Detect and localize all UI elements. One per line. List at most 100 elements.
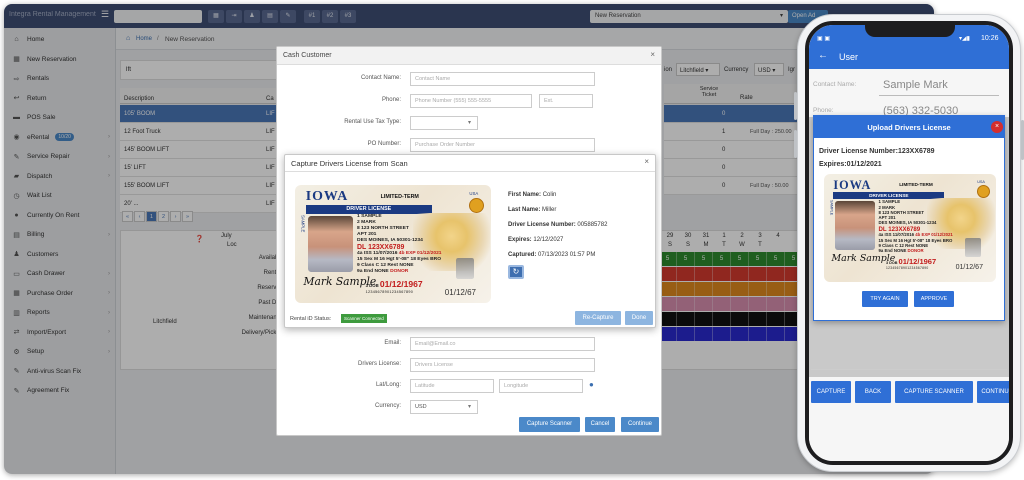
capture-dialog-title: Capture Drivers License from Scan bbox=[291, 159, 408, 168]
ext-input[interactable]: Ext. bbox=[539, 94, 593, 108]
captured-value: 07/13/2023 01:57 PM bbox=[538, 252, 596, 258]
field-label: PO Number: bbox=[367, 141, 401, 147]
contact-name-value[interactable]: Sample Mark bbox=[883, 79, 948, 91]
field-label: Email: bbox=[384, 340, 401, 346]
license-exp-value: 01/12/2021 bbox=[931, 232, 953, 238]
license-last-name-value: SAMPLE bbox=[882, 199, 901, 205]
sample-watermark: SAMPLE bbox=[300, 214, 306, 233]
close-icon[interactable]: × bbox=[650, 50, 655, 59]
license-dd: 12345678901234567890 bbox=[886, 266, 929, 271]
license-height: 5'-08" bbox=[912, 237, 925, 243]
approve-button[interactable]: APPROVE bbox=[914, 291, 954, 307]
star-seal-icon bbox=[469, 197, 485, 213]
close-icon[interactable]: × bbox=[991, 121, 1003, 133]
longitude-input[interactable]: Longitude bbox=[499, 379, 583, 393]
license-exp-value: 01/12/2021 bbox=[416, 251, 442, 257]
field-input[interactable]: Email@Email.co bbox=[410, 337, 595, 351]
phone-side-button bbox=[794, 130, 797, 158]
license-last-name-value: SAMPLE bbox=[361, 213, 382, 219]
dl-number-value: 005885782 bbox=[577, 222, 608, 228]
field-input[interactable]: Purchase Order Number bbox=[410, 138, 595, 152]
dl-number-label: Driver License Number: bbox=[508, 222, 576, 228]
license-image: IOWA LIMITED-TERM USA DRIVER LICENSE SAMPLE 1… bbox=[295, 185, 491, 303]
cancel-button[interactable]: Cancel bbox=[585, 417, 615, 432]
phone-capture-scanner-button[interactable]: CAPTURE SCANNER bbox=[895, 381, 973, 403]
license-dob-label: 3 DOB bbox=[365, 283, 380, 289]
license-last-name: 1 SAMPLE bbox=[878, 199, 901, 205]
license-sex-ht-eyes: 15 Sex M 16 Hgt 5'-08" 18 Eyes BRO bbox=[878, 237, 953, 243]
field-label: Currency: bbox=[374, 403, 401, 409]
cash-field-row: Currency: USD ▾ bbox=[277, 400, 659, 416]
license-address-2-value: APT 201 bbox=[878, 215, 896, 221]
license-exp: 4b EXP 01/12/2021 bbox=[397, 251, 442, 257]
license-exp: 4b EXP 01/12/2021 bbox=[914, 232, 953, 238]
license-address-1: 8 123 NORTH STREET bbox=[357, 225, 409, 231]
license-iss-value: 11/07/2016 bbox=[892, 232, 915, 238]
back-arrow-icon[interactable]: ← bbox=[818, 50, 828, 61]
license-class-value: C bbox=[894, 242, 898, 248]
close-icon[interactable]: × bbox=[644, 157, 649, 166]
phone-continue-button[interactable]: CONTINUE bbox=[977, 381, 1009, 403]
license-donor: DONOR bbox=[907, 248, 924, 254]
license-address-2: APT 201 bbox=[879, 215, 896, 220]
capture-scanner-button[interactable]: Capture Scanner bbox=[519, 417, 580, 432]
license-first-name: 2 MARK bbox=[357, 219, 376, 225]
exp-line-label: Expires: bbox=[819, 161, 847, 168]
recapture-button[interactable]: Re-Capture bbox=[575, 311, 621, 325]
license-side-date: 01/12/67 bbox=[444, 287, 476, 297]
capture-dialog-header: Capture Drivers License from Scan × bbox=[285, 155, 655, 172]
license-first-name-value: MARK bbox=[361, 219, 376, 225]
license-first-name: 2 MARK bbox=[878, 204, 896, 210]
phone-capture-button[interactable]: CAPTURE bbox=[811, 381, 851, 403]
first-name-label: First Name: bbox=[508, 192, 542, 198]
license-country: USA bbox=[977, 179, 985, 184]
rental-id-status-label: Rental iD Status: bbox=[290, 316, 332, 322]
license-class: 9 Class C 12 Rest NONE bbox=[878, 242, 929, 248]
license-country: USA bbox=[469, 191, 479, 197]
capture-license-dialog: Capture Drivers License from Scan × IOWA… bbox=[284, 154, 656, 328]
license-state: IOWA bbox=[305, 189, 349, 205]
dl-number-line: Driver License Number:123XX6789 bbox=[819, 148, 935, 155]
license-photo bbox=[307, 216, 353, 272]
license-address-3: DES MOINES, IA 50301-1234 bbox=[357, 238, 423, 243]
license-address-3-value: DES MOINES, IA 50301-1234 bbox=[357, 237, 423, 243]
last-name-label: Last Name: bbox=[508, 207, 541, 213]
license-sex: M bbox=[373, 257, 379, 263]
done-button[interactable]: Done bbox=[625, 311, 653, 325]
field-label: Phone: bbox=[381, 97, 401, 103]
cash-customer-header: Cash Customer × bbox=[277, 47, 661, 65]
license-rest: NONE bbox=[399, 263, 414, 269]
try-again-button[interactable]: TRY AGAIN bbox=[862, 291, 908, 307]
continue-button[interactable]: Continue bbox=[621, 417, 659, 432]
field-input[interactable]: Drivers License bbox=[410, 358, 595, 372]
refresh-icon[interactable]: ↻ bbox=[508, 265, 524, 279]
first-name-value: Colin bbox=[542, 192, 557, 198]
license-dd: 12345678901234567890 bbox=[365, 289, 414, 294]
license-dob-value: 01/12/1967 bbox=[379, 279, 423, 290]
license-address-1-value: 123 NORTH STREET bbox=[882, 209, 925, 215]
license-endorsement: 9a End NONE DONOR bbox=[357, 269, 409, 275]
phone-screen: ▣ ▣ ▾◢▮ 10:26 ← User Contact Name: Sampl… bbox=[805, 21, 1013, 465]
status-badge: Scanner Connected bbox=[341, 314, 387, 323]
latitude-input[interactable]: Latitude bbox=[410, 379, 494, 393]
license-issue-exp: 4a ISS 11/07/2016 4b EXP 01/12/2021 bbox=[357, 251, 442, 257]
field-input[interactable]: Contact Name bbox=[410, 72, 595, 86]
sample-watermark: SAMPLE bbox=[829, 200, 834, 216]
phone-back-button[interactable]: BACK bbox=[855, 381, 891, 403]
cash-field-row: Email: Email@Email.co bbox=[277, 337, 659, 353]
map-pin-icon[interactable]: ● bbox=[589, 380, 594, 389]
field-input[interactable]: Phone Number (555) 555-5555 bbox=[410, 94, 532, 108]
license-height: 5'-08" bbox=[395, 257, 410, 263]
status-time: 10:26 bbox=[981, 35, 999, 42]
license-address-3-value: DES MOINES, IA 50301-1234 bbox=[878, 220, 937, 226]
phone-side-button bbox=[794, 92, 797, 120]
upload-modal-title: Upload Drivers License bbox=[867, 123, 951, 132]
exp-line-value: 01/12/2021 bbox=[846, 161, 882, 168]
license-number: DL 123XX6789 bbox=[357, 243, 405, 251]
license-address-2: APT 201 bbox=[357, 232, 376, 237]
cash-field-row: Phone: Phone Number (555) 555-5555 Ext. bbox=[277, 94, 659, 110]
license-iss-value: 11/07/2016 bbox=[373, 251, 398, 257]
license-dob-value: 01/12/1967 bbox=[898, 256, 937, 266]
chevron-down-icon: ▾ bbox=[468, 120, 472, 126]
divider bbox=[879, 95, 999, 96]
